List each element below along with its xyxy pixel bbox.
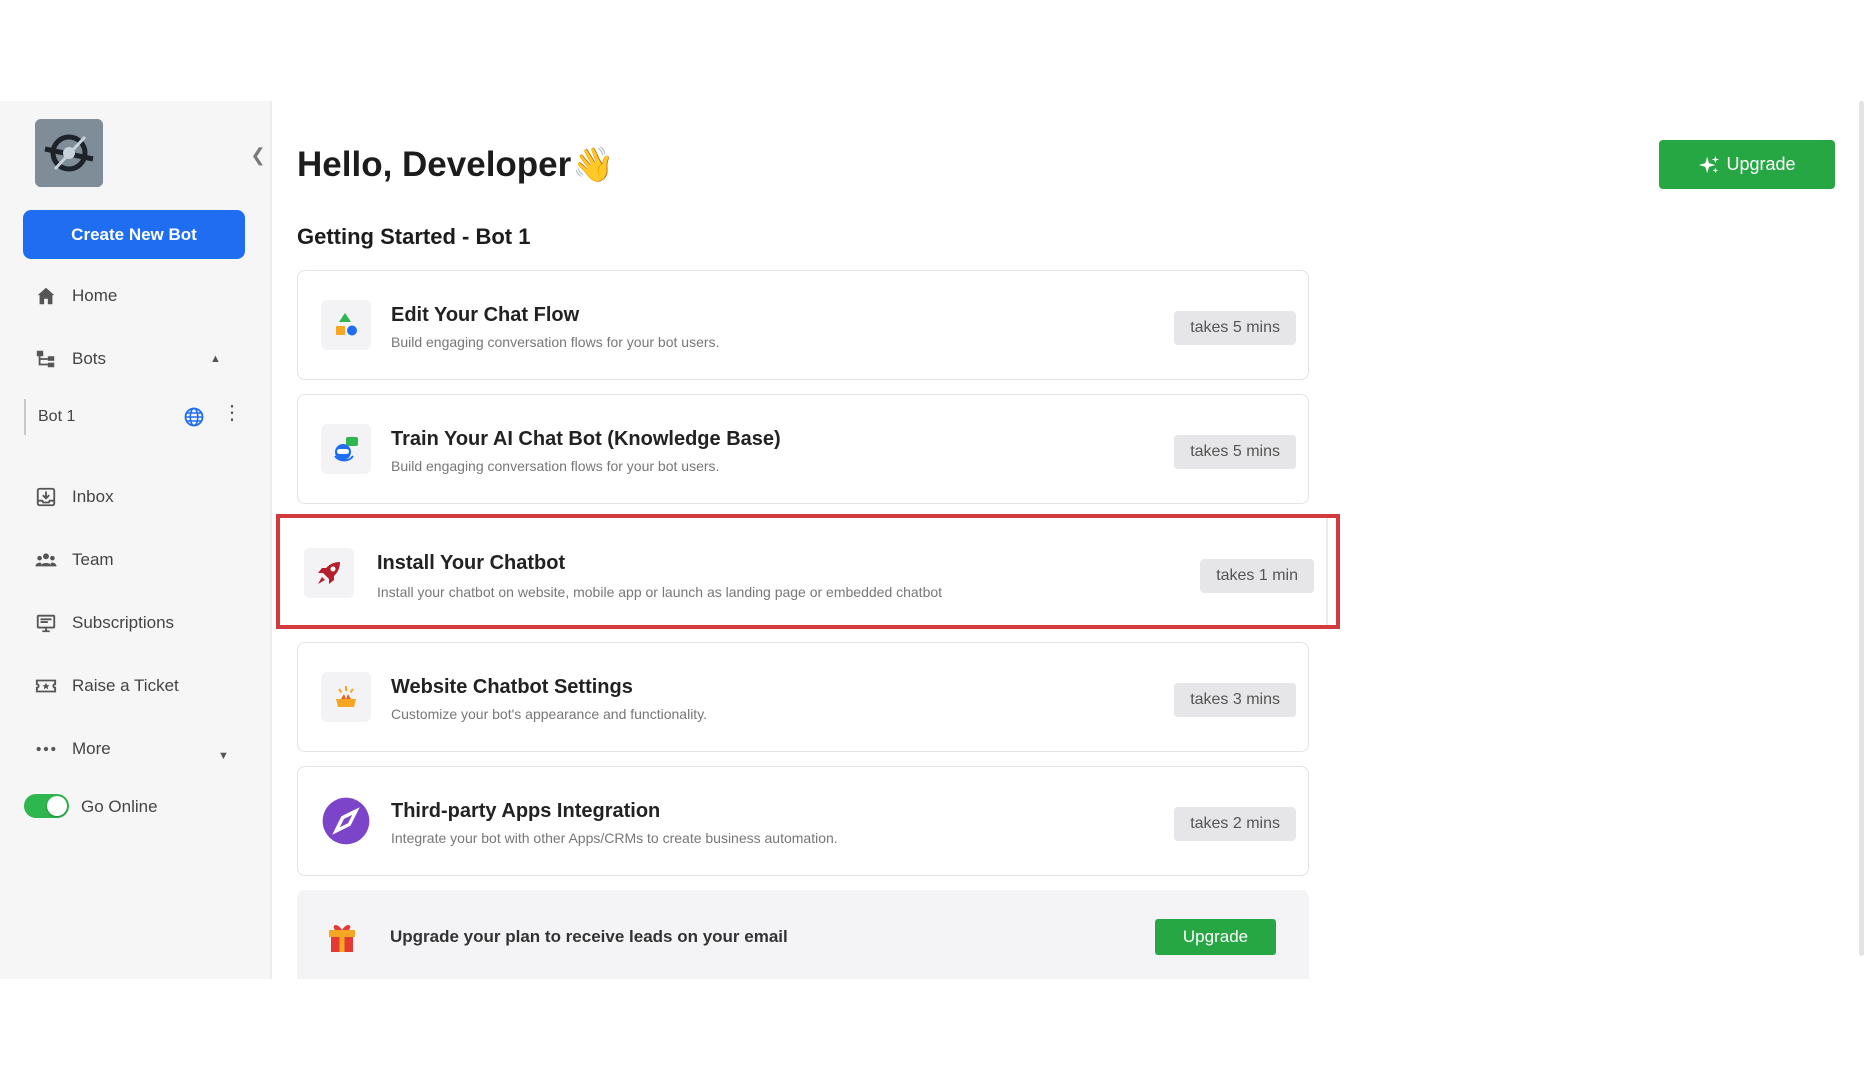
home-icon [34, 284, 58, 308]
ticket-icon [34, 674, 58, 698]
dots-horizontal-icon [34, 737, 58, 761]
time-badge: takes 5 mins [1174, 435, 1296, 469]
promo-text: Upgrade your plan to receive leads on yo… [390, 927, 788, 946]
time-badge: takes 1 min [1200, 559, 1314, 593]
time-badge: takes 5 mins [1174, 311, 1296, 345]
bot-name: Bot 1 [38, 408, 76, 425]
bots-tree-icon [34, 347, 58, 371]
caret-up-icon[interactable]: ▲ [210, 353, 221, 365]
sidebar-item-label: Inbox [72, 487, 114, 506]
compass-icon [321, 796, 371, 846]
bot-avatar[interactable] [35, 119, 103, 187]
card-description: Integrate your bot with other Apps/CRMs … [391, 830, 838, 846]
upgrade-button-label: Upgrade [1726, 154, 1796, 174]
task-card-install-chatbot[interactable]: Install Your Chatbot Install your chatbo… [276, 514, 1340, 629]
sidebar-item-label: Team [72, 550, 114, 569]
card-description: Build engaging conversation flows for yo… [391, 458, 720, 474]
divider [1326, 518, 1328, 625]
sidebar-item-label: More [72, 739, 111, 758]
sidebar-item-label: Subscriptions [72, 613, 175, 632]
sidebar-item-more[interactable]: More [34, 734, 111, 764]
sidebar-item-bots[interactable]: Bots [34, 344, 106, 374]
time-badge: takes 2 mins [1174, 807, 1296, 841]
section-title: Getting Started - Bot 1 [297, 224, 531, 249]
task-card-edit-chat-flow[interactable]: Edit Your Chat Flow Build engaging conve… [297, 270, 1309, 380]
ai-bot-icon [321, 424, 371, 474]
gift-icon [329, 925, 355, 952]
sidebar-item-subscriptions[interactable]: Subscriptions [34, 608, 174, 638]
sidebar-item-label: Home [72, 286, 118, 305]
sparkle-icon [1699, 155, 1720, 173]
caret-down-icon[interactable]: ▼ [218, 750, 229, 762]
promo-upgrade-button[interactable]: Upgrade [1155, 919, 1276, 955]
sidebar-item-label: Raise a Ticket [72, 676, 179, 695]
card-title: Website Chatbot Settings [391, 676, 633, 698]
task-card-website-settings[interactable]: Website Chatbot Settings Customize your … [297, 642, 1309, 752]
card-description: Customize your bot's appearance and func… [391, 706, 708, 722]
sidebar: ❮ Create New Bot Home Bots ▲ Bot 1 ⋮ Inb… [0, 101, 272, 979]
inbox-icon [34, 485, 58, 509]
sidebar-item-home[interactable]: Home [34, 281, 117, 311]
team-icon [34, 548, 58, 572]
upgrade-promo-banner: Upgrade your plan to receive leads on yo… [297, 890, 1309, 979]
more-options-icon[interactable]: ⋮ [222, 403, 242, 423]
bot-list-item[interactable]: Bot 1 ⋮ [24, 399, 244, 435]
settings-sparkle-icon [321, 672, 371, 722]
create-new-bot-button[interactable]: Create New Bot [23, 210, 245, 259]
scrollbar-thumb[interactable] [1859, 101, 1864, 956]
globe-icon[interactable] [184, 407, 204, 427]
collapse-sidebar-icon[interactable]: ❮ [248, 145, 268, 165]
card-title: Third-party Apps Integration [391, 800, 661, 822]
card-title: Edit Your Chat Flow [391, 304, 580, 326]
chat-flow-icon [321, 300, 371, 350]
task-card-train-ai-bot[interactable]: Train Your AI Chat Bot (Knowledge Base) … [297, 394, 1309, 504]
card-description: Install your chatbot on website, mobile … [377, 584, 943, 600]
sidebar-item-team[interactable]: Team [34, 545, 114, 575]
sidebar-item-label: Bots [72, 349, 107, 368]
card-title: Train Your AI Chat Bot (Knowledge Base) [391, 428, 781, 450]
go-online-toggle[interactable] [24, 794, 69, 818]
card-title: Install Your Chatbot [377, 552, 566, 574]
sidebar-item-inbox[interactable]: Inbox [34, 482, 114, 512]
sidebar-item-raise-ticket[interactable]: Raise a Ticket [34, 671, 179, 701]
card-description: Build engaging conversation flows for yo… [391, 334, 720, 350]
upgrade-button[interactable]: Upgrade [1659, 140, 1835, 189]
task-card-third-party-integration[interactable]: Third-party Apps Integration Integrate y… [297, 766, 1309, 876]
monitor-icon [34, 611, 58, 635]
toggle-knob [47, 796, 67, 816]
app-frame: ❮ Create New Bot Home Bots ▲ Bot 1 ⋮ Inb… [0, 101, 1866, 979]
page-title: Hello, Developer [297, 145, 572, 184]
go-online-label: Go Online [81, 797, 158, 816]
rocket-icon [304, 548, 354, 598]
time-badge: takes 3 mins [1174, 683, 1296, 717]
wave-emoji-icon: 👋 [572, 146, 615, 184]
